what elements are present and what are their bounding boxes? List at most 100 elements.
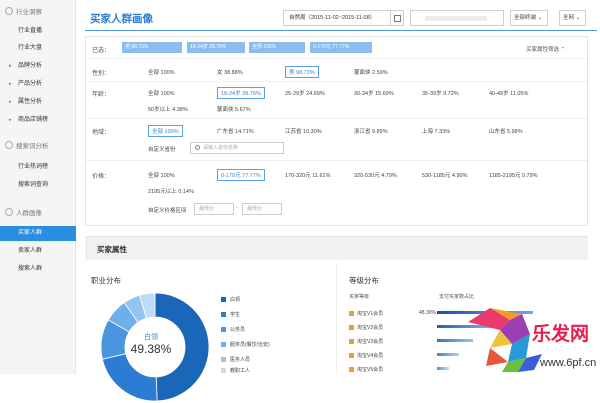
sidebar-item-live[interactable]: 行业直播 [0,24,76,39]
calendar-icon[interactable] [391,10,404,26]
sidebar-item-attribute[interactable]: ▸ 属性分析 [0,95,76,110]
selected-tag[interactable]: 0-170元 77.77% [310,42,372,53]
selected-row: 已选： 男 98.73% 18-24岁 28.79% 全部 100% 0-170… [86,37,587,59]
gender-option-selected[interactable]: 男 98.73% [285,66,319,78]
user-icon [5,208,13,216]
legend-swatch [221,357,226,362]
watermark-logo: 乐发网 www.6pf.cn [468,308,596,372]
chevron-up-icon: ⌃ [560,47,566,53]
divider [86,81,587,82]
legend-swatch [221,327,226,332]
legend-swatch [221,342,226,347]
buyer-attr-filter-toggle[interactable]: 买家属性筛选 ⌃ [526,45,565,53]
age-option[interactable]: 50岁以上 4.38% [148,105,188,113]
custom-province-label: 自定义省份 [148,147,176,153]
sidebar-item-product[interactable]: ▸ 产品分析 [0,77,76,92]
age-option[interactable]: 35-39岁 9.72% [422,89,459,97]
price-option[interactable]: 170-320元 11.61% [285,171,330,179]
sidebar-section-crowd[interactable]: 人群画像 [0,204,42,223]
age-option[interactable]: 蒙面侠 5.67% [217,105,251,113]
site-select[interactable]: 全网 ⌄ [559,10,586,26]
price-option[interactable]: 530-1185元 4.90% [422,171,467,179]
sidebar-item-buyers[interactable]: 买家人群 [0,226,76,241]
age-label: 年龄： [92,92,111,98]
level-badge-icon [349,353,354,358]
logo-shard [486,348,508,366]
sidebar-section-industry[interactable]: 行业洞察 [0,3,42,22]
legend-item: 教职工人 [221,367,250,374]
search-icon [5,141,13,149]
region-label: 地域： [92,130,111,136]
occupation-donut: 白领 49.38% [100,292,210,402]
max-price-input[interactable]: 最低价 [242,203,282,215]
region-option[interactable]: 广东省 14.71% [217,127,254,135]
gender-option[interactable]: 女 38.88% [217,68,243,76]
sidebar-item-shop-rank[interactable]: ▸ 商品店铺榜 [0,113,76,128]
level-value: 48.30% [419,310,436,316]
province-search-input[interactable]: 请输入省份名称 [190,142,284,154]
shop-name-redacted [425,16,487,21]
gender-option[interactable]: 全部 100% [148,68,175,76]
region-option[interactable]: 上海 7.33% [422,127,450,135]
sidebar-item-hot-words[interactable]: 行业热词榜 [0,160,76,175]
donut-center-label: 白领 [144,332,158,341]
custom-price-label: 自定义价格区间 [148,208,187,214]
min-price-input[interactable]: 最低价 [194,203,234,215]
terminal-select[interactable]: 全部终端 ⌄ [510,10,548,26]
price-option[interactable]: 2195元以上 0.14% [148,187,194,195]
chevron-down-icon: ⌄ [537,15,543,21]
age-option[interactable]: 40-49岁 11.05% [489,89,528,97]
sidebar-item-sellers[interactable]: 卖家人群 [0,244,76,259]
legend-item: 服务员(餐饮/治安) [221,341,270,348]
gender-label: 性别： [92,71,111,77]
level-row: 淘宝V5会员 [349,366,383,373]
level-badge-icon [349,325,354,330]
price-label: 价格： [92,174,111,180]
attributes-band: 买家属性 [85,236,588,260]
sidebar-item-searchers[interactable]: 搜索人群 [0,262,76,277]
age-option[interactable]: 全部 100% [148,89,175,97]
sidebar-item-word-query[interactable]: 搜索词查询 [0,178,76,193]
occupation-title: 职业分布 [91,276,121,285]
search-icon [195,145,200,150]
selected-tag[interactable]: 18-24岁 28.79% [187,42,245,53]
shop-select[interactable] [410,10,504,26]
price-option[interactable]: 1185-2195元 0.79% [489,171,538,179]
range-dash: - [236,205,238,211]
selected-tag[interactable]: 全部 100% [249,42,305,53]
age-option[interactable]: 30-34岁 15.69% [354,89,394,97]
price-option-selected[interactable]: 0-170元 77.77% [217,169,265,181]
legend-item: 医务人员 [221,356,250,363]
sidebar-item-brand[interactable]: ▸ 品牌分析 [0,59,76,74]
age-option-selected[interactable]: 18-24岁 28.79% [217,87,265,99]
level-badge-icon [349,311,354,316]
triangle-right-icon: ▸ [9,99,12,105]
triangle-right-icon: ▸ [9,117,12,123]
selected-tag[interactable]: 男 98.73% [122,42,182,53]
age-option[interactable]: 25-29岁 24.69% [285,89,325,97]
page-title: 买家人群画像 [90,13,153,25]
level-badge-icon [349,339,354,344]
level-col-header: 买家等级 [349,294,370,300]
donut-center-value: 49.38% [131,342,172,356]
legend-item: 公务员 [221,326,245,333]
legend-swatch [221,312,226,317]
date-range-select[interactable]: 自然周（2015-11-02~2015-11-08） [283,10,391,26]
level-row: 淘宝V1会员 [349,310,383,317]
level-row: 淘宝V4会员 [349,352,383,359]
chart-icon [5,7,13,15]
divider [86,118,587,119]
triangle-right-icon: ▸ [9,63,12,69]
region-option-selected[interactable]: 全部 100% [148,125,183,137]
title-divider [85,30,597,31]
region-option[interactable]: 山东省 5.98% [489,127,523,135]
region-option[interactable]: 江苏省 10.30% [285,127,322,135]
gender-option[interactable]: 蒙面侠 2.59% [354,68,388,76]
level-bar [437,367,449,370]
sidebar-section-search[interactable]: 搜索词分析 [0,137,49,156]
region-option[interactable]: 浙江省 9.89% [354,127,388,135]
level-row: 淘宝V3会员 [349,338,383,345]
sidebar-item-market[interactable]: 行业大盘 [0,41,76,56]
price-option[interactable]: 全部 100% [148,171,175,179]
price-option[interactable]: 320-530元 4.79% [354,171,397,179]
